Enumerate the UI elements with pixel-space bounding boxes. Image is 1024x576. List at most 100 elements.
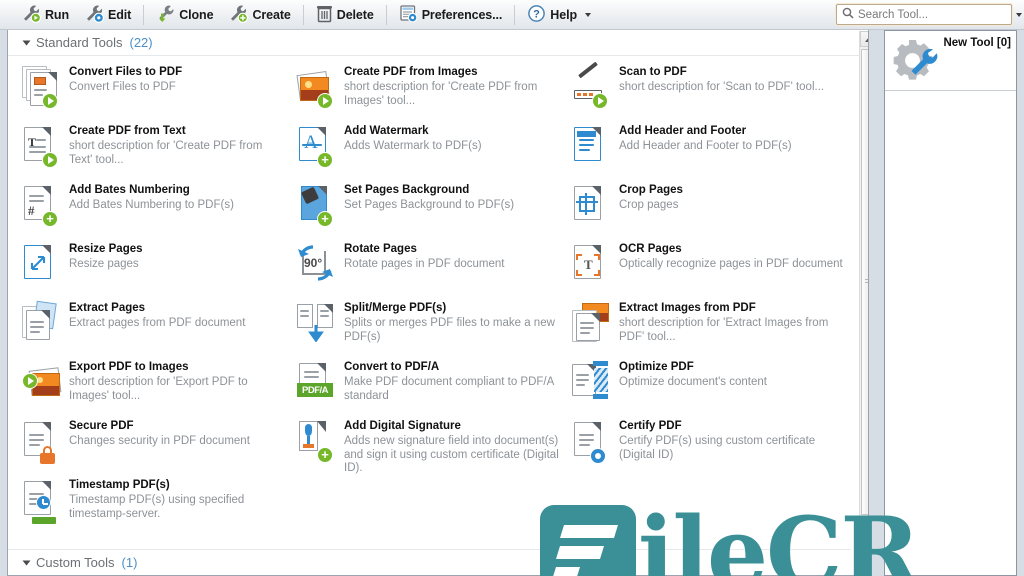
tool-item[interactable]: + Set Pages Background Set Pages Backgroun… [297,182,572,241]
tool-meta: Timestamp PDF(s) Timestamp PDF(s) using s… [69,477,285,536]
resize-pages-icon [22,243,60,287]
tool-item[interactable]: Convert Files to PDF Convert Files to PDF [22,64,297,123]
wrench-plus-icon [229,4,249,26]
help-label: Help [550,7,577,22]
tool-item[interactable]: T OCR Pages Optically recognize pages in P… [572,241,851,300]
add-watermark-icon: A + [297,125,335,169]
tool-name: Optimize PDF [619,361,694,373]
custom-tools-title: Custom Tools [36,555,115,570]
tools-scroll-area[interactable]: Convert Files to PDF Convert Files to PDF… [8,56,851,548]
preferences-icon [399,4,418,26]
tool-item[interactable]: Certify PDF Certify PDF(s) using custom c… [572,418,851,477]
tool-name: Create PDF from Text [69,125,186,137]
gear-wrench-icon [891,36,939,85]
tool-name: Secure PDF [69,420,134,432]
tool-description: Crop pages [619,199,679,211]
wrench-clone-icon [156,4,175,26]
certify-pdf-icon [572,420,610,464]
tool-meta: Rotate Pages Rotate pages in PDF document [344,241,504,300]
tool-name: Convert Files to PDF [69,66,183,78]
tool-meta: Set Pages Background Set Pages Background… [344,182,514,241]
secure-pdf-icon [22,420,60,464]
export-pdf-to-images-icon [22,361,62,405]
scroll-up-button[interactable] [860,31,868,47]
add-header-footer-icon [572,125,610,169]
new-tool-card[interactable]: New Tool [0] [885,31,1016,91]
help-chevron-down-icon[interactable] [584,12,591,17]
help-icon: ? [527,4,546,26]
crop-pages-icon [572,184,610,228]
tool-meta: Add Digital Signature Adds new signature … [344,418,560,477]
tool-meta: Add Bates Numbering Add Bates Numbering t… [69,182,234,241]
tool-meta: Extract Pages Extract pages from PDF docu… [69,300,245,359]
tool-item[interactable]: Add Header and Footer Add Header and Foot… [572,123,851,182]
tool-item[interactable]: # + Add Bates Numbering Add Bates Numbering… [22,182,297,241]
scrollbar-thumb[interactable] [861,49,868,515]
rotate-pages-icon: 90° [297,243,335,287]
tool-item[interactable]: Extract Images from PDF short description… [572,300,851,359]
tool-item[interactable]: Split/Merge PDF(s) Splits or merges PDF f… [297,300,572,359]
wrench-play-icon [22,4,42,26]
tool-description: Resize pages [69,258,139,270]
tool-name: Export PDF to Images [69,361,189,373]
tool-item[interactable]: A + Add Watermark Adds Watermark to PDF(s) [297,123,572,182]
add-bates-numbering-icon: # + [22,184,60,228]
delete-button[interactable]: Delete [308,2,382,28]
help-button[interactable]: ? Help [519,2,599,28]
tool-item[interactable]: PDF/A Convert to PDF/A Make PDF document c… [297,359,572,418]
tool-name: Certify PDF [619,420,682,432]
tool-name: Convert to PDF/A [344,361,440,373]
timestamp-pdf-icon [22,479,60,524]
tool-description: Timestamp PDF(s) using specified timesta… [69,494,245,520]
tool-item[interactable]: Extract Pages Extract pages from PDF docu… [22,300,297,359]
tool-item[interactable]: Optimize PDF Optimize document's content [572,359,851,418]
tool-item[interactable]: Export PDF to Images short description fo… [22,359,297,418]
tool-item[interactable]: Scan to PDF short description for 'Scan t… [572,61,851,123]
tool-meta: Create PDF from Images short description … [344,64,560,123]
create-pdf-from-images-icon [296,66,335,110]
search-input[interactable] [854,8,1012,21]
search-tool-box[interactable] [836,4,1022,25]
tools-grid: Convert Files to PDF Convert Files to PDF… [8,56,851,536]
create-label: Create [252,7,291,22]
tools-panel: Standard Tools (22) Convert Files to PDF… [7,30,869,576]
tool-name: Split/Merge PDF(s) [344,302,447,314]
create-button[interactable]: Create [221,2,298,28]
tool-item[interactable]: 90° Rotate Pages Rotate pages in PDF docum… [297,241,572,300]
tools-vertical-scrollbar[interactable] [859,31,868,575]
tool-cell-empty [297,477,572,536]
tool-meta: Scan to PDF short description for 'Scan t… [619,64,824,123]
tool-item[interactable]: Create PDF from Images short description … [296,64,572,123]
extract-pages-icon [22,300,60,346]
edit-button[interactable]: Edit [77,2,139,28]
tool-cell-empty [572,477,851,536]
tool-name: Add Header and Footer [619,125,747,137]
toolbar-separator-2 [302,4,304,25]
search-chevron-down-icon[interactable] [1016,12,1022,17]
tool-meta: Convert Files to PDF Convert Files to PDF [69,64,182,123]
run-button[interactable]: Run [14,2,77,28]
tool-item[interactable]: Timestamp PDF(s) Timestamp PDF(s) using s… [22,477,297,536]
tool-name: Scan to PDF [619,66,687,78]
standard-tools-section-header[interactable]: Standard Tools (22) [8,30,868,56]
tool-description: Changes security in PDF document [69,435,250,447]
tool-description: short description for 'Export PDF to Ima… [69,376,248,402]
tool-item[interactable]: + Add Digital Signature Adds new signature… [297,418,572,477]
scan-to-pdf-icon [572,61,610,110]
preferences-button[interactable]: Preferences... [391,2,511,28]
tool-item[interactable]: Resize Pages Resize pages [22,241,297,300]
clone-button[interactable]: Clone [148,2,221,28]
tool-description: short description for 'Create PDF from T… [69,140,263,166]
delete-label: Delete [336,7,374,22]
tool-name: OCR Pages [619,243,682,255]
custom-tools-section-header[interactable]: Custom Tools (1) [8,549,851,575]
collapse-triangle-icon-custom[interactable] [22,560,31,565]
tool-item[interactable]: Crop Pages Crop pages [572,182,851,241]
tool-name: Add Digital Signature [344,420,461,432]
tool-item[interactable]: Secure PDF Changes security in PDF docume… [22,418,297,477]
collapse-triangle-icon[interactable] [22,40,31,45]
tool-name: Resize Pages [69,243,143,255]
tool-item[interactable]: T Create PDF from Text short description f… [22,123,297,182]
tool-meta: Secure PDF Changes security in PDF docume… [69,418,250,477]
custom-tools-count: (1) [121,555,138,570]
